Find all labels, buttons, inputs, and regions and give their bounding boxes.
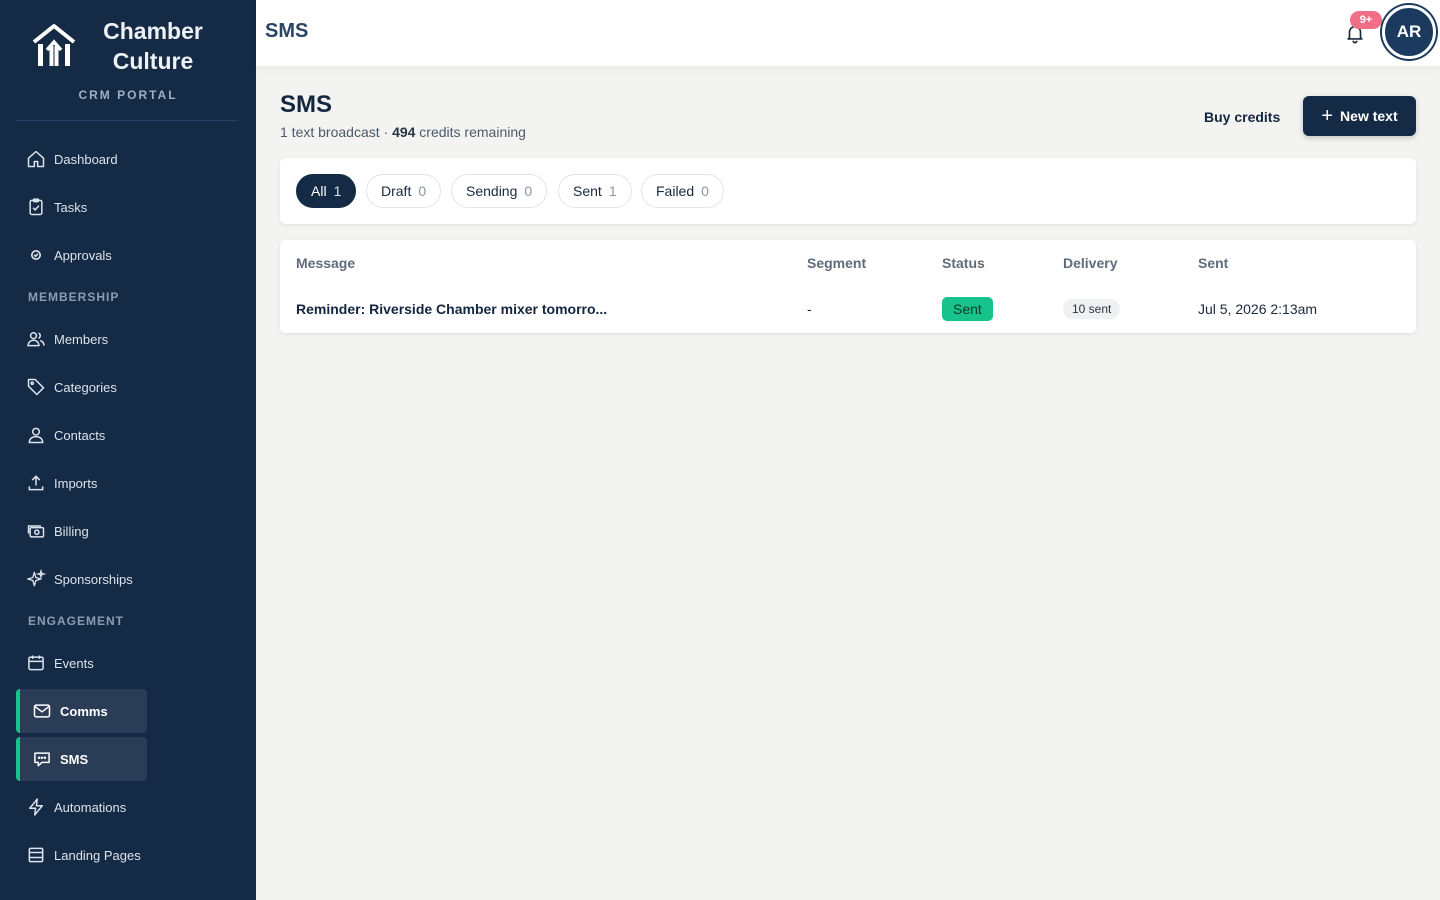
filter-bar: All 1 Draft 0 Sending 0 Sent 1 Failed 0 xyxy=(280,158,1416,224)
column-header-status[interactable]: Status xyxy=(942,255,985,271)
sidebar-item-categories[interactable]: Categories xyxy=(16,365,147,409)
sidebar-item-label: Members xyxy=(54,331,109,347)
page-title: SMS xyxy=(280,91,333,118)
filter-label: All xyxy=(311,183,327,199)
filter-count: 0 xyxy=(701,183,709,199)
sidebar-item-label: Events xyxy=(54,655,94,671)
sidebar-item-label: Comms xyxy=(60,703,108,719)
filter-count: 1 xyxy=(333,183,342,199)
message-cell[interactable]: Reminder: Riverside Chamber mixer tomorr… xyxy=(296,301,607,317)
home-icon xyxy=(27,150,45,168)
sidebar-item-label: Dashboard xyxy=(54,151,118,167)
credits-remaining: 494 xyxy=(392,124,416,140)
cash-icon xyxy=(27,525,45,538)
sidebar-item-sms[interactable]: SMS xyxy=(16,737,147,781)
sidebar-item-automations[interactable]: Automations xyxy=(16,785,147,829)
column-header-delivery[interactable]: Delivery xyxy=(1063,255,1117,271)
topbar-title: SMS xyxy=(265,20,309,42)
sidebar-item-label: Sponsorships xyxy=(54,571,133,587)
subtitle-count: 1 text broadcast · xyxy=(280,124,393,140)
sparkles-icon xyxy=(27,569,46,587)
bolt-icon xyxy=(29,798,43,816)
filter-label: Failed xyxy=(656,183,695,199)
filter-label: Sent xyxy=(573,183,602,199)
topbar: SMS 9+ AR xyxy=(256,0,1440,66)
notification-badge: 9+ xyxy=(1350,11,1382,29)
section-engagement: ENGAGEMENT xyxy=(28,614,125,628)
sidebar-item-dashboard[interactable]: Dashboard xyxy=(16,137,147,181)
filter-count: 0 xyxy=(418,183,427,199)
brand-name: Chamber Culture xyxy=(92,16,214,76)
sidebar-item-label: Contacts xyxy=(54,427,106,443)
page-subtitle: 1 text broadcast · 494 credits remaining xyxy=(280,124,526,140)
filter-failed[interactable]: Failed 0 xyxy=(641,174,724,208)
sidebar-item-tasks[interactable]: Tasks xyxy=(16,185,147,229)
sidebar-item-contacts[interactable]: Contacts xyxy=(16,413,147,457)
sidebar-item-landing-pages[interactable]: Landing Pages xyxy=(16,833,147,877)
filter-count: 0 xyxy=(524,183,533,199)
plus-icon: + xyxy=(1321,105,1334,127)
sidebar-item-imports[interactable]: Imports xyxy=(16,461,147,505)
sidebar-item-label: Approvals xyxy=(54,247,112,263)
section-membership: MEMBERSHIP xyxy=(28,290,120,304)
sidebar-item-events[interactable]: Events xyxy=(16,641,147,685)
sidebar-item-label: Categories xyxy=(54,379,117,395)
filter-label: Sending xyxy=(466,183,518,199)
new-text-button[interactable]: + New text xyxy=(1303,96,1416,136)
column-header-segment[interactable]: Segment xyxy=(807,255,866,271)
delivery-badge: 10 sent xyxy=(1063,299,1121,319)
sidebar-item-sponsorships[interactable]: Sponsorships xyxy=(16,557,147,601)
filter-sent[interactable]: Sent 1 xyxy=(558,174,632,208)
clipboard-check-icon xyxy=(29,198,43,216)
calendar-icon xyxy=(28,655,44,671)
filter-draft[interactable]: Draft 0 xyxy=(366,174,442,208)
subtitle-suffix: credits remaining xyxy=(415,124,526,140)
sidebar-item-comms[interactable]: Comms xyxy=(16,689,147,733)
column-header-sent[interactable]: Sent xyxy=(1198,255,1228,271)
column-header-message[interactable]: Message xyxy=(296,255,355,271)
brand: Chamber Culture CRM PORTAL xyxy=(0,0,256,120)
sidebar-item-label: Billing xyxy=(54,523,89,539)
sidebar-divider xyxy=(16,120,238,121)
upload-icon xyxy=(28,475,44,491)
sms-table: Message Segment Status Delivery Sent Rem… xyxy=(280,240,1416,333)
brand-subtitle: CRM PORTAL xyxy=(78,88,178,102)
users-icon xyxy=(27,332,45,347)
sidebar-item-label: Tasks xyxy=(54,199,88,215)
mail-icon xyxy=(33,704,51,718)
status-badge: Sent xyxy=(942,297,993,321)
check-circle-icon xyxy=(31,250,41,260)
buy-credits-button[interactable]: Buy credits xyxy=(1192,104,1292,130)
page-icon xyxy=(28,847,44,863)
sidebar-item-label: SMS xyxy=(60,751,89,767)
chat-icon xyxy=(34,752,50,767)
sidebar-item-approvals[interactable]: Approvals xyxy=(16,233,147,277)
user-icon xyxy=(28,427,44,444)
filter-sending[interactable]: Sending 0 xyxy=(451,174,548,208)
sidebar-item-members[interactable]: Members xyxy=(16,317,147,361)
filter-count: 1 xyxy=(608,183,617,199)
sidebar-item-label: Automations xyxy=(54,799,127,815)
sidebar-item-billing[interactable]: Billing xyxy=(16,509,147,553)
tag-icon xyxy=(27,378,45,396)
avatar[interactable]: AR xyxy=(1382,5,1436,59)
filter-all[interactable]: All 1 xyxy=(296,174,357,208)
brand-name-line2: Culture xyxy=(112,48,194,74)
sidebar-item-label: Imports xyxy=(54,475,98,491)
sent-date-cell: Jul 5, 2026 2:13am xyxy=(1198,301,1318,317)
new-text-label: New text xyxy=(1340,108,1398,124)
brand-name-line1: Chamber xyxy=(103,18,203,44)
segment-cell: - xyxy=(807,301,812,317)
filter-label: Draft xyxy=(381,183,412,199)
sidebar: Chamber Culture CRM PORTAL Dashboard Tas… xyxy=(0,0,256,900)
sidebar-item-label: Landing Pages xyxy=(54,847,141,863)
chamber-logo-icon xyxy=(32,24,76,66)
